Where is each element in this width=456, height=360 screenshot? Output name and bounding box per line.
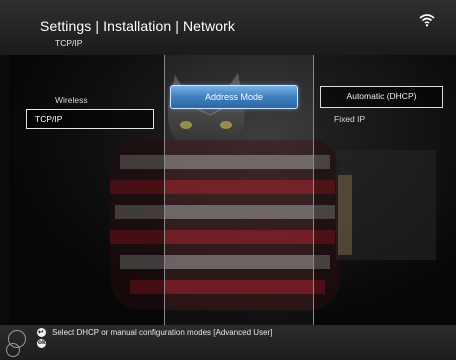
navigation-wheel-icon bbox=[6, 343, 20, 357]
back-button-icon: ↩ bbox=[37, 328, 46, 337]
footer-hint-bar: ↩ ok Select DHCP or manual configuration… bbox=[0, 325, 456, 360]
menu-item-tcpip[interactable]: TCP/IP bbox=[26, 109, 154, 129]
column-divider bbox=[164, 55, 165, 325]
main-area: Wireless TCP/IP Address Mode Automatic (… bbox=[0, 55, 456, 325]
wifi-signal-icon bbox=[419, 14, 435, 27]
option-fixed-ip[interactable]: Fixed IP bbox=[334, 114, 365, 124]
ok-button-icon: ok bbox=[37, 339, 46, 348]
footer-hint-text: Select DHCP or manual configuration mode… bbox=[52, 328, 273, 337]
settings-screen: Settings | Installation | Network TCP/IP bbox=[0, 0, 456, 360]
menu-item-wireless[interactable]: Wireless bbox=[55, 95, 88, 105]
page-subtitle: TCP/IP bbox=[55, 38, 83, 48]
header-bar: Settings | Installation | Network TCP/IP bbox=[0, 0, 456, 55]
address-mode-button[interactable]: Address Mode bbox=[170, 85, 298, 109]
column-divider bbox=[313, 55, 314, 325]
page-title: Settings | Installation | Network bbox=[40, 18, 235, 34]
option-automatic-dhcp[interactable]: Automatic (DHCP) bbox=[320, 86, 443, 108]
